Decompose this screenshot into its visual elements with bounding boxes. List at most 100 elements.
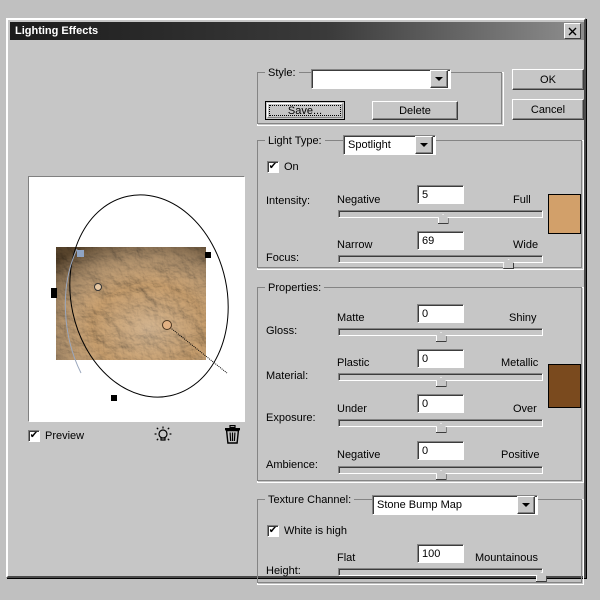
height-value: 100 (422, 547, 441, 560)
material-label: Material: (266, 370, 309, 382)
exposure-label: Exposure: (266, 412, 316, 424)
ellipse-handle-top-right[interactable] (205, 252, 211, 258)
intensity-left-label: Negative (337, 194, 381, 206)
material-slider-thumb[interactable] (435, 377, 447, 387)
preview-image (56, 247, 206, 360)
material-slider[interactable] (338, 372, 543, 387)
light-on-checkbox[interactable]: ✔ (267, 161, 279, 173)
preview-canvas[interactable] (28, 176, 245, 422)
ellipse-handle-top-left[interactable] (77, 250, 84, 257)
exposure-value-field[interactable]: 0 (417, 394, 464, 413)
save-button[interactable]: Save... (265, 101, 345, 120)
ellipse-handle-left[interactable] (51, 288, 57, 298)
chevron-down-icon[interactable] (430, 70, 448, 88)
gloss-value: 0 (422, 307, 429, 320)
gloss-value-field[interactable]: 0 (417, 304, 464, 323)
gloss-slider-thumb[interactable] (435, 332, 447, 342)
material-color-swatch[interactable] (548, 364, 581, 408)
properties-group-label: Properties: (265, 282, 325, 294)
gloss-label: Gloss: (266, 325, 298, 337)
intensity-label: Intensity: (266, 195, 311, 207)
focus-slider[interactable] (338, 254, 543, 269)
focus-value-field[interactable]: 69 (417, 231, 464, 250)
ambience-slider-thumb[interactable] (435, 470, 447, 480)
preview-checkbox[interactable]: ✔ (28, 430, 40, 442)
focus-slider-thumb[interactable] (503, 259, 515, 269)
preview-controls: ✔ Preview (28, 425, 248, 447)
exposure-left-label: Under (337, 403, 367, 415)
chevron-down-icon[interactable] (415, 136, 433, 154)
light-on-label: On (284, 161, 299, 173)
focus-value: 69 (422, 234, 435, 247)
white-is-high-checkbox[interactable]: ✔ (267, 525, 279, 537)
intensity-slider-thumb[interactable] (437, 214, 449, 224)
light-on-check-glyph: ✔ (268, 161, 278, 172)
chevron-down-icon[interactable] (517, 496, 535, 514)
preview-checkbox-label: Preview (45, 430, 85, 442)
texture-channel-combobox[interactable]: Stone Bump Map (372, 495, 538, 515)
material-value: 0 (422, 352, 429, 365)
light-type-combobox-value: Spotlight (348, 139, 391, 151)
preview-check-glyph: ✔ (29, 430, 39, 441)
window-title: Lighting Effects (15, 25, 99, 37)
light-bulb-glyph (154, 426, 172, 441)
height-slider[interactable] (338, 567, 547, 582)
white-is-high-row: ✔ White is high (267, 525, 347, 537)
light-on-checkbox-row: ✔ On (267, 161, 299, 173)
trash-glyph (225, 425, 240, 444)
lighting-effects-dialog: Lighting Effects ✔ Preview Style: Save..… (6, 18, 586, 585)
ambience-value: 0 (422, 444, 429, 457)
light-type-group-label: Light Type: (265, 135, 325, 147)
gloss-left-label: Matte (337, 312, 365, 324)
intensity-value: 5 (422, 188, 429, 201)
close-glyph (568, 27, 577, 35)
exposure-slider-thumb[interactable] (435, 423, 447, 433)
material-right-label: Metallic (501, 357, 539, 369)
light-center-handle[interactable] (94, 283, 102, 291)
height-left-label: Flat (337, 552, 356, 564)
focus-label: Focus: (266, 252, 300, 264)
exposure-slider[interactable] (338, 418, 543, 433)
intensity-right-label: Full (513, 194, 531, 206)
texture-channel-group-label: Texture Channel: (265, 494, 355, 506)
delete-style-button[interactable]: Delete (372, 101, 458, 120)
ambience-label: Ambience: (266, 459, 318, 471)
white-is-high-label: White is high (284, 525, 347, 537)
texture-channel-value: Stone Bump Map (377, 499, 462, 511)
intensity-slider[interactable] (338, 209, 543, 224)
ok-button[interactable]: OK (512, 69, 584, 90)
trash-icon[interactable] (224, 425, 241, 444)
ambience-value-field[interactable]: 0 (417, 441, 464, 460)
material-value-field[interactable]: 0 (417, 349, 464, 368)
exposure-right-label: Over (513, 403, 537, 415)
save-button-label: Save... (287, 104, 323, 117)
style-group-label: Style: (265, 67, 299, 79)
light-color-swatch[interactable] (548, 194, 581, 234)
ellipse-handle-bottom[interactable] (111, 395, 117, 401)
exposure-value: 0 (422, 397, 429, 410)
cancel-button-label: Cancel (530, 103, 566, 116)
ambience-slider[interactable] (338, 465, 543, 480)
delete-style-button-label: Delete (399, 104, 431, 117)
white-is-high-check-glyph: ✔ (268, 525, 278, 536)
height-slider-thumb[interactable] (535, 572, 547, 582)
cancel-button[interactable]: Cancel (512, 99, 584, 120)
ambience-left-label: Negative (337, 449, 381, 461)
material-left-label: Plastic (337, 357, 370, 369)
preview-svg (51, 194, 229, 401)
light-source-handle[interactable] (162, 320, 172, 330)
style-combobox[interactable] (311, 69, 451, 89)
height-slider-track[interactable] (338, 568, 543, 576)
focus-right-label: Wide (513, 239, 539, 251)
height-value-field[interactable]: 100 (417, 544, 464, 563)
close-icon[interactable] (564, 23, 581, 39)
height-right-label: Mountainous (475, 552, 538, 564)
intensity-value-field[interactable]: 5 (417, 185, 464, 204)
ok-button-label: OK (540, 73, 556, 86)
height-label: Height: (266, 565, 301, 577)
light-type-combobox[interactable]: Spotlight (343, 135, 436, 155)
gloss-right-label: Shiny (509, 312, 537, 324)
title-bar: Lighting Effects (10, 22, 584, 40)
gloss-slider[interactable] (338, 327, 543, 342)
light-bulb-icon[interactable] (154, 426, 172, 444)
